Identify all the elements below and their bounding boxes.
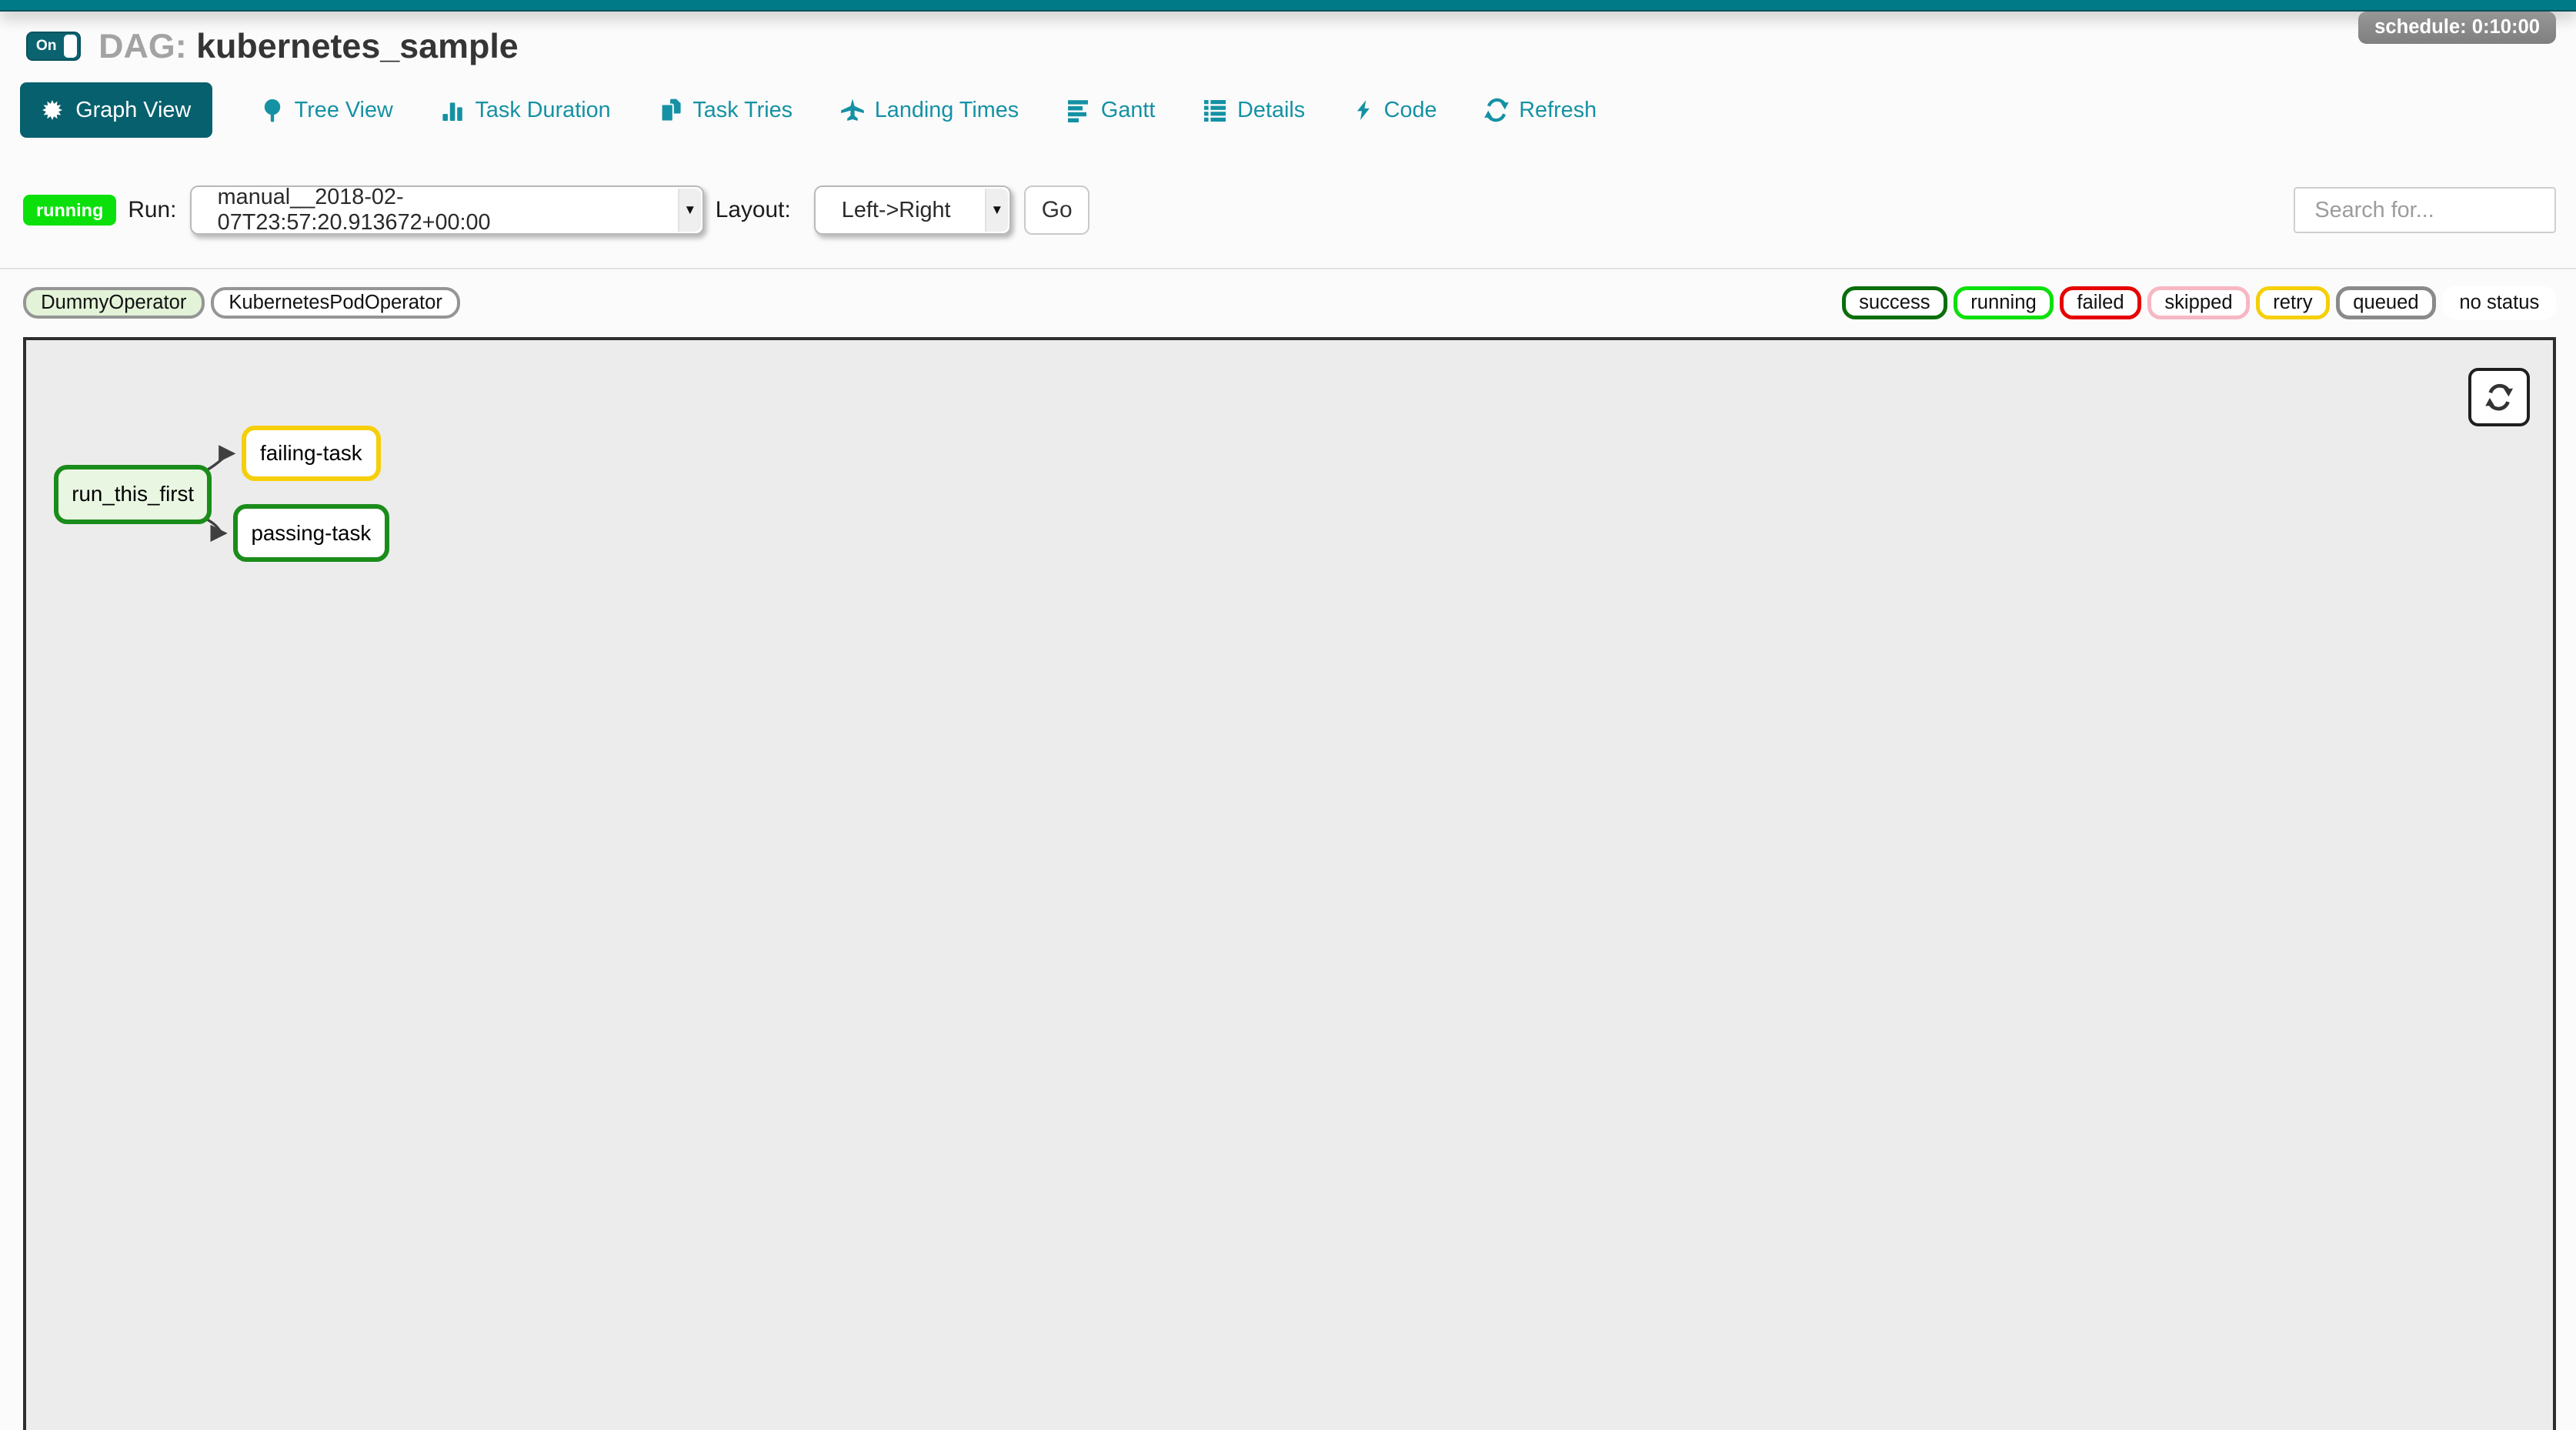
tab-label: Gantt bbox=[1101, 98, 1155, 123]
list-icon bbox=[1203, 98, 1227, 122]
edge-run-to-passing bbox=[207, 519, 225, 533]
bolt-icon bbox=[1353, 98, 1374, 122]
tab-label: Tree View bbox=[295, 98, 393, 123]
tab-code[interactable]: Code bbox=[1353, 82, 1436, 137]
dag-on-off-toggle[interactable]: On bbox=[26, 32, 80, 61]
operator-badge-kubernetespod: KubernetesPodOperator bbox=[211, 287, 460, 319]
layout-label: Layout: bbox=[716, 197, 791, 223]
search-input[interactable] bbox=[2294, 187, 2557, 233]
airflow-graph-view-page: schedule: 0:10:00 On DAG: kubernetes_sam… bbox=[0, 0, 2576, 1430]
tab-label: Refresh bbox=[1519, 98, 1597, 123]
edge-run-to-failing bbox=[207, 453, 233, 469]
tab-graph-view[interactable]: Graph View bbox=[20, 82, 212, 137]
tree-icon bbox=[260, 97, 285, 123]
state-badge-failed: failed bbox=[2060, 286, 2141, 319]
dag-prefix-label: DAG: bbox=[98, 26, 187, 65]
certificate-icon bbox=[41, 99, 64, 122]
run-status-badge: running bbox=[23, 195, 117, 226]
refresh-icon bbox=[1484, 98, 1509, 122]
operator-badge-dummy: DummyOperator bbox=[23, 287, 205, 319]
tab-label: Landing Times bbox=[875, 98, 1019, 123]
tab-task-duration[interactable]: Task Duration bbox=[441, 82, 611, 137]
bar-chart-icon bbox=[441, 98, 465, 122]
run-label: Run: bbox=[128, 197, 176, 223]
toggle-on-label: On bbox=[36, 38, 57, 55]
layout-select-value: Left->Right bbox=[842, 198, 951, 223]
view-tabs: Graph View Tree View Task Duration Task … bbox=[20, 82, 1597, 139]
tab-gantt[interactable]: Gantt bbox=[1066, 82, 1155, 137]
refresh-icon bbox=[2485, 383, 2513, 411]
task-node-failing-task[interactable]: failing-task bbox=[242, 426, 381, 482]
tab-label: Task Duration bbox=[475, 98, 611, 123]
tab-tree-view[interactable]: Tree View bbox=[260, 82, 393, 139]
chevron-down-icon: ▼ bbox=[985, 189, 1008, 232]
state-badge-skipped: skipped bbox=[2147, 286, 2249, 319]
toggle-knob bbox=[64, 35, 77, 58]
run-select[interactable]: manual__2018-02-07T23:57:20.913672+00:00… bbox=[190, 185, 704, 235]
top-navbar-strip bbox=[0, 0, 2576, 12]
go-button[interactable]: Go bbox=[1024, 185, 1089, 235]
task-node-passing-task[interactable]: passing-task bbox=[233, 504, 389, 562]
divider bbox=[0, 268, 2576, 269]
state-badge-success: success bbox=[1842, 286, 1947, 319]
tab-task-tries[interactable]: Task Tries bbox=[659, 82, 793, 139]
task-node-run-this-first[interactable]: run_this_first bbox=[54, 465, 212, 524]
run-controls-bar: running Run: manual__2018-02-07T23:57:20… bbox=[23, 185, 2556, 235]
tab-label: Details bbox=[1237, 98, 1305, 123]
tab-label: Code bbox=[1384, 98, 1437, 123]
state-badge-retry: retry bbox=[2256, 286, 2329, 319]
tab-landing-times[interactable]: Landing Times bbox=[840, 82, 1019, 137]
align-left-icon bbox=[1066, 98, 1091, 122]
tab-details[interactable]: Details bbox=[1203, 82, 1305, 137]
state-badge-no-status: no status bbox=[2442, 286, 2556, 319]
plane-icon bbox=[840, 98, 865, 122]
tab-label: Task Tries bbox=[692, 98, 792, 123]
layout-select[interactable]: Left->Right ▼ bbox=[814, 185, 1011, 235]
legend-bar: DummyOperator KubernetesPodOperator succ… bbox=[23, 286, 2556, 319]
tab-refresh[interactable]: Refresh bbox=[1484, 82, 1597, 137]
page-title: DAG: kubernetes_sample bbox=[98, 26, 519, 66]
documents-icon bbox=[659, 97, 683, 123]
state-badge-running: running bbox=[1954, 286, 2054, 319]
graph-refresh-button[interactable] bbox=[2468, 368, 2531, 426]
graph-canvas[interactable]: run_this_first failing-task passing-task bbox=[23, 337, 2556, 1430]
chevron-down-icon: ▼ bbox=[678, 189, 701, 232]
state-badge-queued: queued bbox=[2336, 286, 2436, 319]
tab-label: Graph View bbox=[75, 98, 191, 123]
run-select-value: manual__2018-02-07T23:57:20.913672+00:00 bbox=[218, 185, 666, 236]
dag-header: On DAG: kubernetes_sample bbox=[26, 26, 519, 66]
schedule-badge: schedule: 0:10:00 bbox=[2358, 12, 2557, 44]
dag-name: kubernetes_sample bbox=[196, 26, 519, 65]
